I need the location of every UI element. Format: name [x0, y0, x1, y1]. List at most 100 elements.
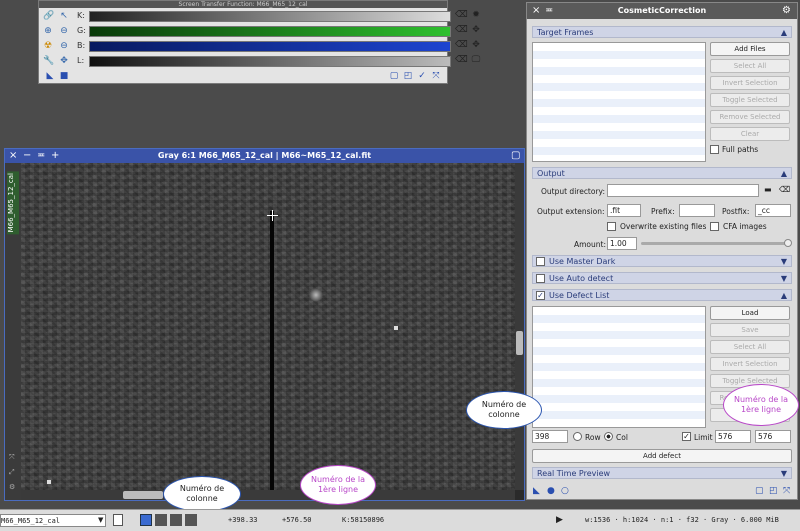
scroll-thumb[interactable]: [123, 491, 163, 499]
invert-selection-button[interactable]: Invert Selection: [710, 357, 790, 371]
reset-icon[interactable]: ⌫: [455, 40, 468, 50]
defect-list[interactable]: [532, 306, 706, 428]
collapse-icon[interactable]: ⤧: [783, 486, 790, 496]
expand-arrow-icon[interactable]: ▼: [781, 468, 787, 479]
channel-bar-k[interactable]: [89, 11, 451, 22]
restore-icon[interactable]: ▢: [511, 149, 520, 163]
add-defect-button[interactable]: Add defect: [532, 449, 792, 463]
use-defect-list-checkbox[interactable]: ✓: [536, 291, 545, 300]
limit-from-input[interactable]: 576: [715, 430, 751, 443]
minimize-icon[interactable]: −: [23, 149, 31, 163]
folder-icon[interactable]: ▬: [764, 185, 772, 194]
invert-selection-button[interactable]: Invert Selection: [710, 76, 790, 90]
zoom-fit-icon[interactable]: ⊖: [59, 41, 69, 51]
select-all-button[interactable]: Select All: [710, 59, 790, 73]
move-icon[interactable]: ✥: [471, 25, 481, 35]
wrench-icon[interactable]: 🔧: [43, 56, 54, 66]
overwrite-checkbox[interactable]: [607, 222, 616, 231]
scroll-thumb[interactable]: [516, 331, 523, 355]
auto-stretch-icon[interactable]: ✹: [471, 10, 481, 20]
settings-icon[interactable]: ⚙: [9, 483, 15, 491]
use-auto-detect-checkbox[interactable]: [536, 274, 545, 283]
channel-bar-l[interactable]: [89, 56, 451, 67]
new-instance-icon[interactable]: ◣: [533, 486, 540, 496]
use-master-dark-checkbox[interactable]: [536, 257, 545, 266]
window-icon[interactable]: ▢: [389, 71, 399, 81]
window-icon[interactable]: ▢: [755, 486, 764, 496]
save-button[interactable]: Save: [710, 323, 790, 337]
output-header[interactable]: Output ▲: [532, 167, 792, 179]
check-icon[interactable]: ✓: [417, 71, 427, 81]
expand-arrow-icon[interactable]: ▼: [781, 273, 787, 284]
select-all-button[interactable]: Select All: [710, 340, 790, 354]
new-instance-icon[interactable]: ◣: [45, 71, 55, 81]
postfix-input[interactable]: _cc: [755, 204, 791, 217]
document-icon[interactable]: ◰: [403, 71, 413, 81]
channel-bar-b[interactable]: [89, 41, 451, 52]
vertical-scrollbar[interactable]: [515, 163, 524, 490]
target-frames-header[interactable]: Target Frames ▲: [532, 26, 792, 38]
link-icon[interactable]: 🔗: [43, 11, 54, 21]
document-icon[interactable]: ◰: [769, 486, 778, 496]
prefix-input[interactable]: [679, 204, 715, 217]
collapse-arrow-icon[interactable]: ▲: [781, 290, 787, 301]
reset-icon[interactable]: ⌫: [455, 25, 468, 35]
col-radio[interactable]: [604, 432, 613, 441]
maximize-icon[interactable]: +: [51, 149, 59, 163]
use-defect-list-header[interactable]: ✓ Use Defect List ▲: [532, 289, 792, 301]
remove-selected-button[interactable]: Remove Selected: [710, 110, 790, 124]
real-time-preview-header[interactable]: Real Time Preview ▼: [532, 467, 792, 479]
side-icon[interactable]: ⤢: [9, 468, 15, 477]
apply-global-icon[interactable]: ●: [547, 486, 555, 496]
target-frames-list[interactable]: [532, 42, 706, 162]
clear-field-icon[interactable]: ⌫: [779, 185, 790, 194]
radiation-icon[interactable]: ☢: [43, 41, 53, 51]
apply-global-icon[interactable]: ■: [59, 71, 69, 81]
output-extension-input[interactable]: .fit: [607, 204, 641, 217]
view-selector[interactable]: M66_M65_12_cal ▼: [0, 514, 106, 527]
shade-icon[interactable]: ≖: [37, 149, 45, 163]
reset-icon[interactable]: ⌫: [455, 10, 468, 20]
mask-icon[interactable]: [155, 514, 167, 526]
amount-input[interactable]: 1.00: [607, 237, 637, 250]
defect-coordinate-input[interactable]: 398: [532, 430, 568, 443]
limit-checkbox[interactable]: ✓: [682, 432, 691, 441]
view-icon[interactable]: [113, 514, 123, 526]
clear-button[interactable]: Clear: [710, 127, 790, 141]
real-time-preview-icon[interactable]: ○: [561, 486, 569, 496]
limit-to-input[interactable]: 576: [755, 430, 791, 443]
row-radio[interactable]: [573, 432, 582, 441]
zoom-out-icon[interactable]: ⊖: [59, 26, 69, 36]
use-auto-detect-header[interactable]: Use Auto detect ▼: [532, 272, 792, 284]
pointer-icon[interactable]: ↖: [59, 11, 69, 21]
expand-arrow-icon[interactable]: ▼: [781, 256, 787, 267]
slider-handle[interactable]: [784, 239, 792, 247]
full-paths-checkbox[interactable]: [710, 145, 719, 154]
collapse-arrow-icon[interactable]: ▲: [781, 168, 787, 179]
play-icon[interactable]: ▶: [556, 515, 563, 525]
toggle-selected-button[interactable]: Toggle Selected: [710, 93, 790, 107]
output-directory-input[interactable]: [607, 184, 759, 197]
use-master-dark-header[interactable]: Use Master Dark ▼: [532, 255, 792, 267]
horizontal-scrollbar[interactable]: [21, 490, 515, 500]
shade-icon[interactable]: ≖: [545, 5, 553, 16]
pan-icon[interactable]: ✥: [59, 56, 69, 66]
mask-icon[interactable]: [140, 514, 152, 526]
channel-bar-g[interactable]: [89, 26, 451, 37]
collapse-arrow-icon[interactable]: ▲: [781, 27, 787, 38]
chevron-down-icon[interactable]: ▼: [98, 516, 103, 524]
gear-icon[interactable]: ⚙: [782, 5, 791, 16]
zoom-in-icon[interactable]: ⊕: [43, 26, 53, 36]
monitor-icon[interactable]: 🖵: [471, 55, 481, 65]
close-icon[interactable]: ×: [532, 5, 540, 16]
mask-icon[interactable]: [185, 514, 197, 526]
side-icon[interactable]: ⤧: [9, 453, 15, 462]
load-button[interactable]: Load: [710, 306, 790, 320]
add-files-button[interactable]: Add Files: [710, 42, 790, 56]
collapse-icon[interactable]: ⤧: [431, 71, 441, 81]
close-icon[interactable]: ×: [9, 149, 17, 163]
reset-icon[interactable]: ⌫: [455, 55, 468, 65]
move-icon[interactable]: ✥: [471, 40, 481, 50]
cfa-images-checkbox[interactable]: [710, 222, 719, 231]
mask-icon[interactable]: [170, 514, 182, 526]
